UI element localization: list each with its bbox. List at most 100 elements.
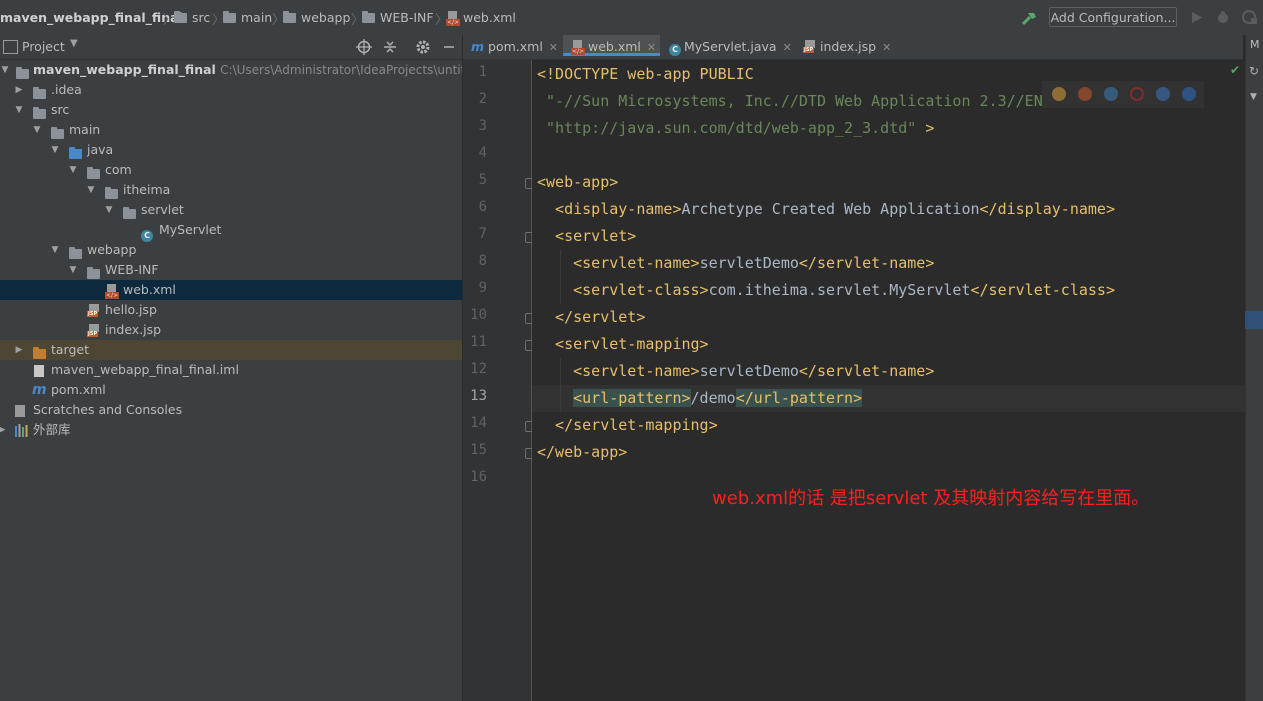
add-configuration-button[interactable]: Add Configuration... <box>1049 7 1177 27</box>
code-token: </servlet> <box>537 308 646 326</box>
chevron-down-icon[interactable]: ▼ <box>1250 92 1257 102</box>
code-line[interactable]: <servlet> <box>537 223 636 250</box>
expand-arrow-icon[interactable]: ▼ <box>68 260 78 280</box>
tree-item-root[interactable]: ▼ maven_webapp_final_final C:\Users\Admi… <box>0 60 462 80</box>
tree-item-webapp[interactable]: ▼ webapp <box>0 240 462 260</box>
firefox-icon[interactable] <box>1078 87 1092 101</box>
code-line[interactable]: <servlet-mapping> <box>537 331 709 358</box>
code-line[interactable]: <servlet-class>com.itheima.servlet.MySer… <box>537 277 1115 304</box>
expand-arrow-icon[interactable]: ▼ <box>50 140 60 160</box>
tree-item-index-jsp[interactable]: index.jsp <box>0 320 462 340</box>
web-folder-icon <box>283 11 296 23</box>
code-line[interactable]: "-//Sun Microsystems, Inc.//DTD Web Appl… <box>537 88 1052 115</box>
maven-tool-label[interactable]: M <box>1250 38 1260 51</box>
tab-web-xml[interactable]: web.xml ✕ <box>563 35 660 56</box>
breadcrumb-project[interactable]: maven_webapp_final_final <box>0 10 183 26</box>
breadcrumb-web-inf[interactable]: WEB-INF <box>362 10 434 26</box>
expand-arrow-icon[interactable]: ▼ <box>104 200 114 220</box>
collapsed-arrow-icon[interactable]: ▶ <box>14 80 24 100</box>
line-number: 2 <box>478 91 487 107</box>
build-hammer-icon[interactable] <box>1020 9 1038 27</box>
tree-item-web-inf[interactable]: ▼ WEB-INF <box>0 260 462 280</box>
expand-arrow-icon[interactable]: ▼ <box>68 160 78 180</box>
java-class-icon: C <box>669 44 681 56</box>
tree-item-web-xml[interactable]: web.xml <box>0 280 462 300</box>
code-token: <servlet-name> <box>537 362 700 380</box>
code-line[interactable]: <url-pattern>/demo</url-pattern> <box>537 385 863 412</box>
line-number: 6 <box>478 199 487 215</box>
tree-item-com[interactable]: ▼ com <box>0 160 462 180</box>
tree-item-hello-jsp[interactable]: hello.jsp <box>0 300 462 320</box>
folder-icon <box>87 267 100 279</box>
tree-item-iml[interactable]: maven_webapp_final_final.iml <box>0 360 462 380</box>
tab-myservlet-java[interactable]: C MyServlet.java ✕ <box>669 35 792 59</box>
locate-target-icon[interactable] <box>356 39 372 55</box>
project-view-title[interactable]: Project <box>22 39 65 54</box>
gear-icon[interactable] <box>415 39 431 55</box>
close-icon[interactable]: ✕ <box>783 41 792 54</box>
collapse-all-icon[interactable] <box>382 39 398 55</box>
line-number: 16 <box>470 469 487 485</box>
jsp-file-icon <box>803 40 817 53</box>
breadcrumb-web-xml[interactable]: web.xml <box>446 10 516 26</box>
close-icon[interactable]: ✕ <box>549 41 558 54</box>
code-line[interactable]: "http://java.sun.com/dtd/web-app_2_3.dtd… <box>537 115 934 142</box>
tree-item-idea[interactable]: ▶ .idea <box>0 80 462 100</box>
expand-arrow-icon[interactable]: ▼ <box>0 60 10 80</box>
line-number: 1 <box>478 64 487 80</box>
tree-item-label: servlet <box>141 202 184 217</box>
tree-item-pom[interactable]: m pom.xml <box>0 380 462 400</box>
tree-item-target[interactable]: ▶ target <box>0 340 462 360</box>
chevron-down-icon[interactable]: ▼ <box>70 38 78 49</box>
tree-item-external-libraries[interactable]: ▶ 外部库 <box>0 420 462 440</box>
tree-item-myservlet[interactable]: C MyServlet <box>0 220 462 242</box>
tree-item-scratches[interactable]: Scratches and Consoles <box>0 400 462 420</box>
package-icon <box>123 207 136 219</box>
hide-panel-icon[interactable] <box>441 39 457 55</box>
safari-icon[interactable] <box>1104 87 1118 101</box>
run-icon[interactable] <box>1191 11 1203 24</box>
tree-item-main[interactable]: ▼ main <box>0 120 462 140</box>
code-line[interactable]: <!DOCTYPE web-app PUBLIC <box>537 61 754 88</box>
code-line[interactable]: </servlet-mapping> <box>537 412 718 439</box>
chrome-icon[interactable] <box>1052 87 1066 101</box>
expand-arrow-icon[interactable]: ▼ <box>14 100 24 120</box>
code-line[interactable]: <display-name>Archetype Created Web Appl… <box>537 196 1115 223</box>
code-token: </servlet-mapping> <box>537 416 718 434</box>
collapsed-arrow-icon[interactable]: ▶ <box>0 420 7 440</box>
internet-explorer-icon[interactable] <box>1156 87 1170 101</box>
tree-item-label: 外部库 <box>33 422 71 437</box>
tab-pom-xml[interactable]: m pom.xml ✕ <box>471 35 558 59</box>
expand-arrow-icon[interactable]: ▼ <box>32 120 42 140</box>
tree-item-src[interactable]: ▼ src <box>0 100 462 120</box>
close-icon[interactable]: ✕ <box>882 41 891 54</box>
tree-item-servlet[interactable]: ▼ servlet <box>0 200 462 220</box>
opera-icon[interactable] <box>1130 87 1144 101</box>
coverage-icon[interactable] <box>1242 10 1258 25</box>
breadcrumb-src[interactable]: src <box>174 10 210 26</box>
code-line[interactable]: </servlet> <box>537 304 645 331</box>
edge-icon[interactable] <box>1182 87 1196 101</box>
debug-icon[interactable] <box>1216 10 1230 24</box>
scrollbar-thumb[interactable] <box>1245 311 1263 329</box>
code-token: <servlet-mapping> <box>537 335 709 353</box>
tree-item-itheima[interactable]: ▼ itheima <box>0 180 462 200</box>
code-line[interactable]: <web-app> <box>537 169 618 196</box>
line-number: 9 <box>478 280 487 296</box>
expand-arrow-icon[interactable]: ▼ <box>50 240 60 260</box>
code-line[interactable]: </web-app> <box>537 439 627 466</box>
breadcrumb-main[interactable]: main <box>223 10 272 26</box>
refresh-icon[interactable]: ↻ <box>1249 64 1259 78</box>
tree-item-java[interactable]: ▼ java <box>0 140 462 160</box>
breadcrumb-webapp[interactable]: webapp <box>283 10 350 26</box>
code-line[interactable]: <servlet-name>servletDemo</servlet-name> <box>537 250 934 277</box>
code-line[interactable]: <servlet-name>servletDemo</servlet-name> <box>537 358 934 385</box>
maven-icon: m <box>32 382 47 398</box>
expand-arrow-icon[interactable]: ▼ <box>86 180 96 200</box>
tab-index-jsp[interactable]: index.jsp ✕ <box>803 35 891 59</box>
code-token: </servlet-name> <box>798 254 935 272</box>
folder-icon <box>362 11 375 23</box>
close-icon[interactable]: ✕ <box>647 41 656 54</box>
collapsed-arrow-icon[interactable]: ▶ <box>14 340 24 360</box>
